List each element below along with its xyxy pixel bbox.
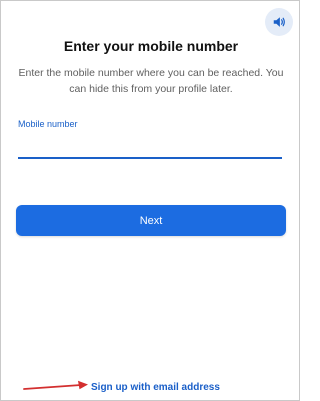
page-description: Enter the mobile number where you can be…	[18, 67, 284, 95]
signup-screen: Enter your mobile number Enter the mobil…	[0, 0, 300, 401]
next-button[interactable]: Next	[16, 205, 286, 236]
red-arrow-icon	[23, 380, 88, 390]
mobile-number-field[interactable]: Mobile number	[18, 119, 282, 159]
sign-up-with-email-link[interactable]: Sign up with email address	[91, 382, 220, 393]
mobile-number-input[interactable]	[18, 133, 282, 155]
mobile-number-label: Mobile number	[18, 119, 78, 129]
speaker-button[interactable]	[265, 8, 293, 36]
mobile-number-underline	[18, 157, 282, 159]
speaker-volume-icon	[273, 17, 285, 27]
page-title: Enter your mobile number	[63, 38, 239, 54]
